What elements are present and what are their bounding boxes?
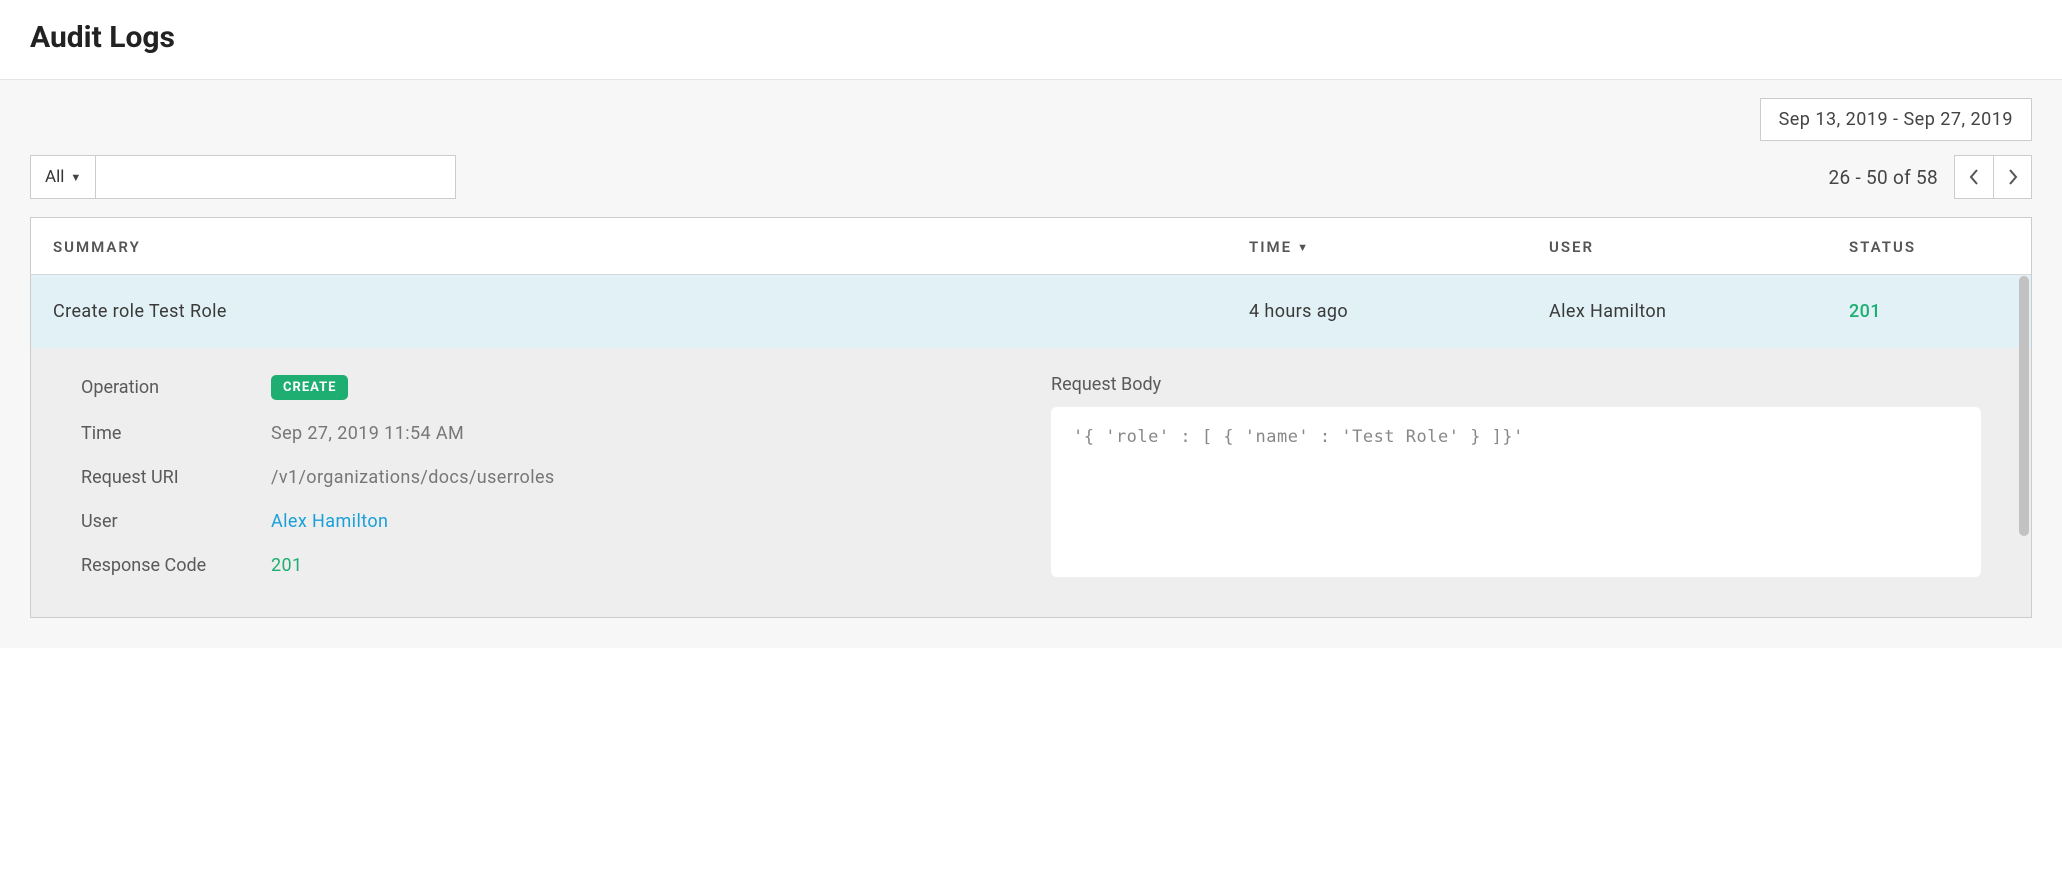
cell-status: 201 — [1849, 301, 2009, 322]
content-area: Sep 13, 2019 - Sep 27, 2019 All ▼ 26 - 5… — [0, 80, 2062, 648]
scrollbar-thumb[interactable] — [2019, 276, 2029, 536]
detail-label-user: User — [81, 511, 271, 532]
detail-grid: Operation CREATE Time Sep 27, 2019 11:54… — [81, 374, 1011, 577]
cell-time: 4 hours ago — [1249, 301, 1549, 322]
pagination-prev-button[interactable] — [1955, 156, 1993, 198]
date-range-picker[interactable]: Sep 13, 2019 - Sep 27, 2019 — [1760, 98, 2032, 141]
col-header-user[interactable]: USER — [1549, 238, 1849, 256]
filter-scope-select[interactable]: All ▼ — [30, 155, 96, 199]
sort-desc-icon: ▼ — [1297, 241, 1310, 254]
detail-value-operation: CREATE — [271, 375, 1011, 400]
pagination-next-button[interactable] — [1993, 156, 2031, 198]
detail-label-request-uri: Request URI — [81, 467, 271, 488]
col-header-time[interactable]: TIME ▼ — [1249, 238, 1549, 256]
page-title: Audit Logs — [30, 20, 2032, 55]
detail-value-request-uri: /v1/organizations/docs/userroles — [271, 467, 1011, 488]
pagination-text: 26 - 50 of 58 — [1828, 166, 1938, 189]
table-header-row: SUMMARY TIME ▼ USER STATUS — [31, 218, 2031, 275]
page-header: Audit Logs — [0, 0, 2062, 80]
cell-user: Alex Hamilton — [1549, 301, 1849, 322]
pagination-group: 26 - 50 of 58 — [1828, 155, 2032, 199]
chevron-left-icon — [1969, 169, 1979, 185]
table-row[interactable]: Create role Test Role 4 hours ago Alex H… — [31, 275, 2031, 348]
detail-label-request-body: Request Body — [1051, 374, 1981, 395]
toolbar-row-date: Sep 13, 2019 - Sep 27, 2019 — [30, 98, 2032, 141]
caret-down-icon: ▼ — [70, 171, 81, 184]
detail-value-user-link[interactable]: Alex Hamilton — [271, 511, 1011, 532]
filter-input[interactable] — [96, 155, 456, 199]
chevron-right-icon — [2008, 169, 2018, 185]
request-body-section: Request Body '{ 'role' : [ { 'name' : 'T… — [1051, 374, 1981, 577]
operation-badge: CREATE — [271, 375, 348, 400]
detail-value-time: Sep 27, 2019 11:54 AM — [271, 423, 1011, 444]
row-detail-panel: Operation CREATE Time Sep 27, 2019 11:54… — [31, 348, 2031, 617]
col-header-summary[interactable]: SUMMARY — [53, 238, 1249, 256]
col-header-status[interactable]: STATUS — [1849, 238, 2009, 256]
filter-scope-label: All — [45, 167, 64, 187]
col-header-time-label: TIME — [1249, 238, 1292, 256]
cell-summary: Create role Test Role — [53, 301, 1249, 322]
detail-label-response-code: Response Code — [81, 555, 271, 576]
toolbar-row-filter: All ▼ 26 - 50 of 58 — [30, 155, 2032, 199]
detail-label-time: Time — [81, 423, 271, 444]
audit-log-table: SUMMARY TIME ▼ USER STATUS Create role T… — [30, 217, 2032, 618]
detail-value-response-code: 201 — [271, 555, 1011, 576]
filter-group: All ▼ — [30, 155, 456, 199]
pagination-buttons — [1954, 155, 2032, 199]
detail-label-operation: Operation — [81, 377, 271, 398]
request-body-box: '{ 'role' : [ { 'name' : 'Test Role' } ]… — [1051, 407, 1981, 577]
